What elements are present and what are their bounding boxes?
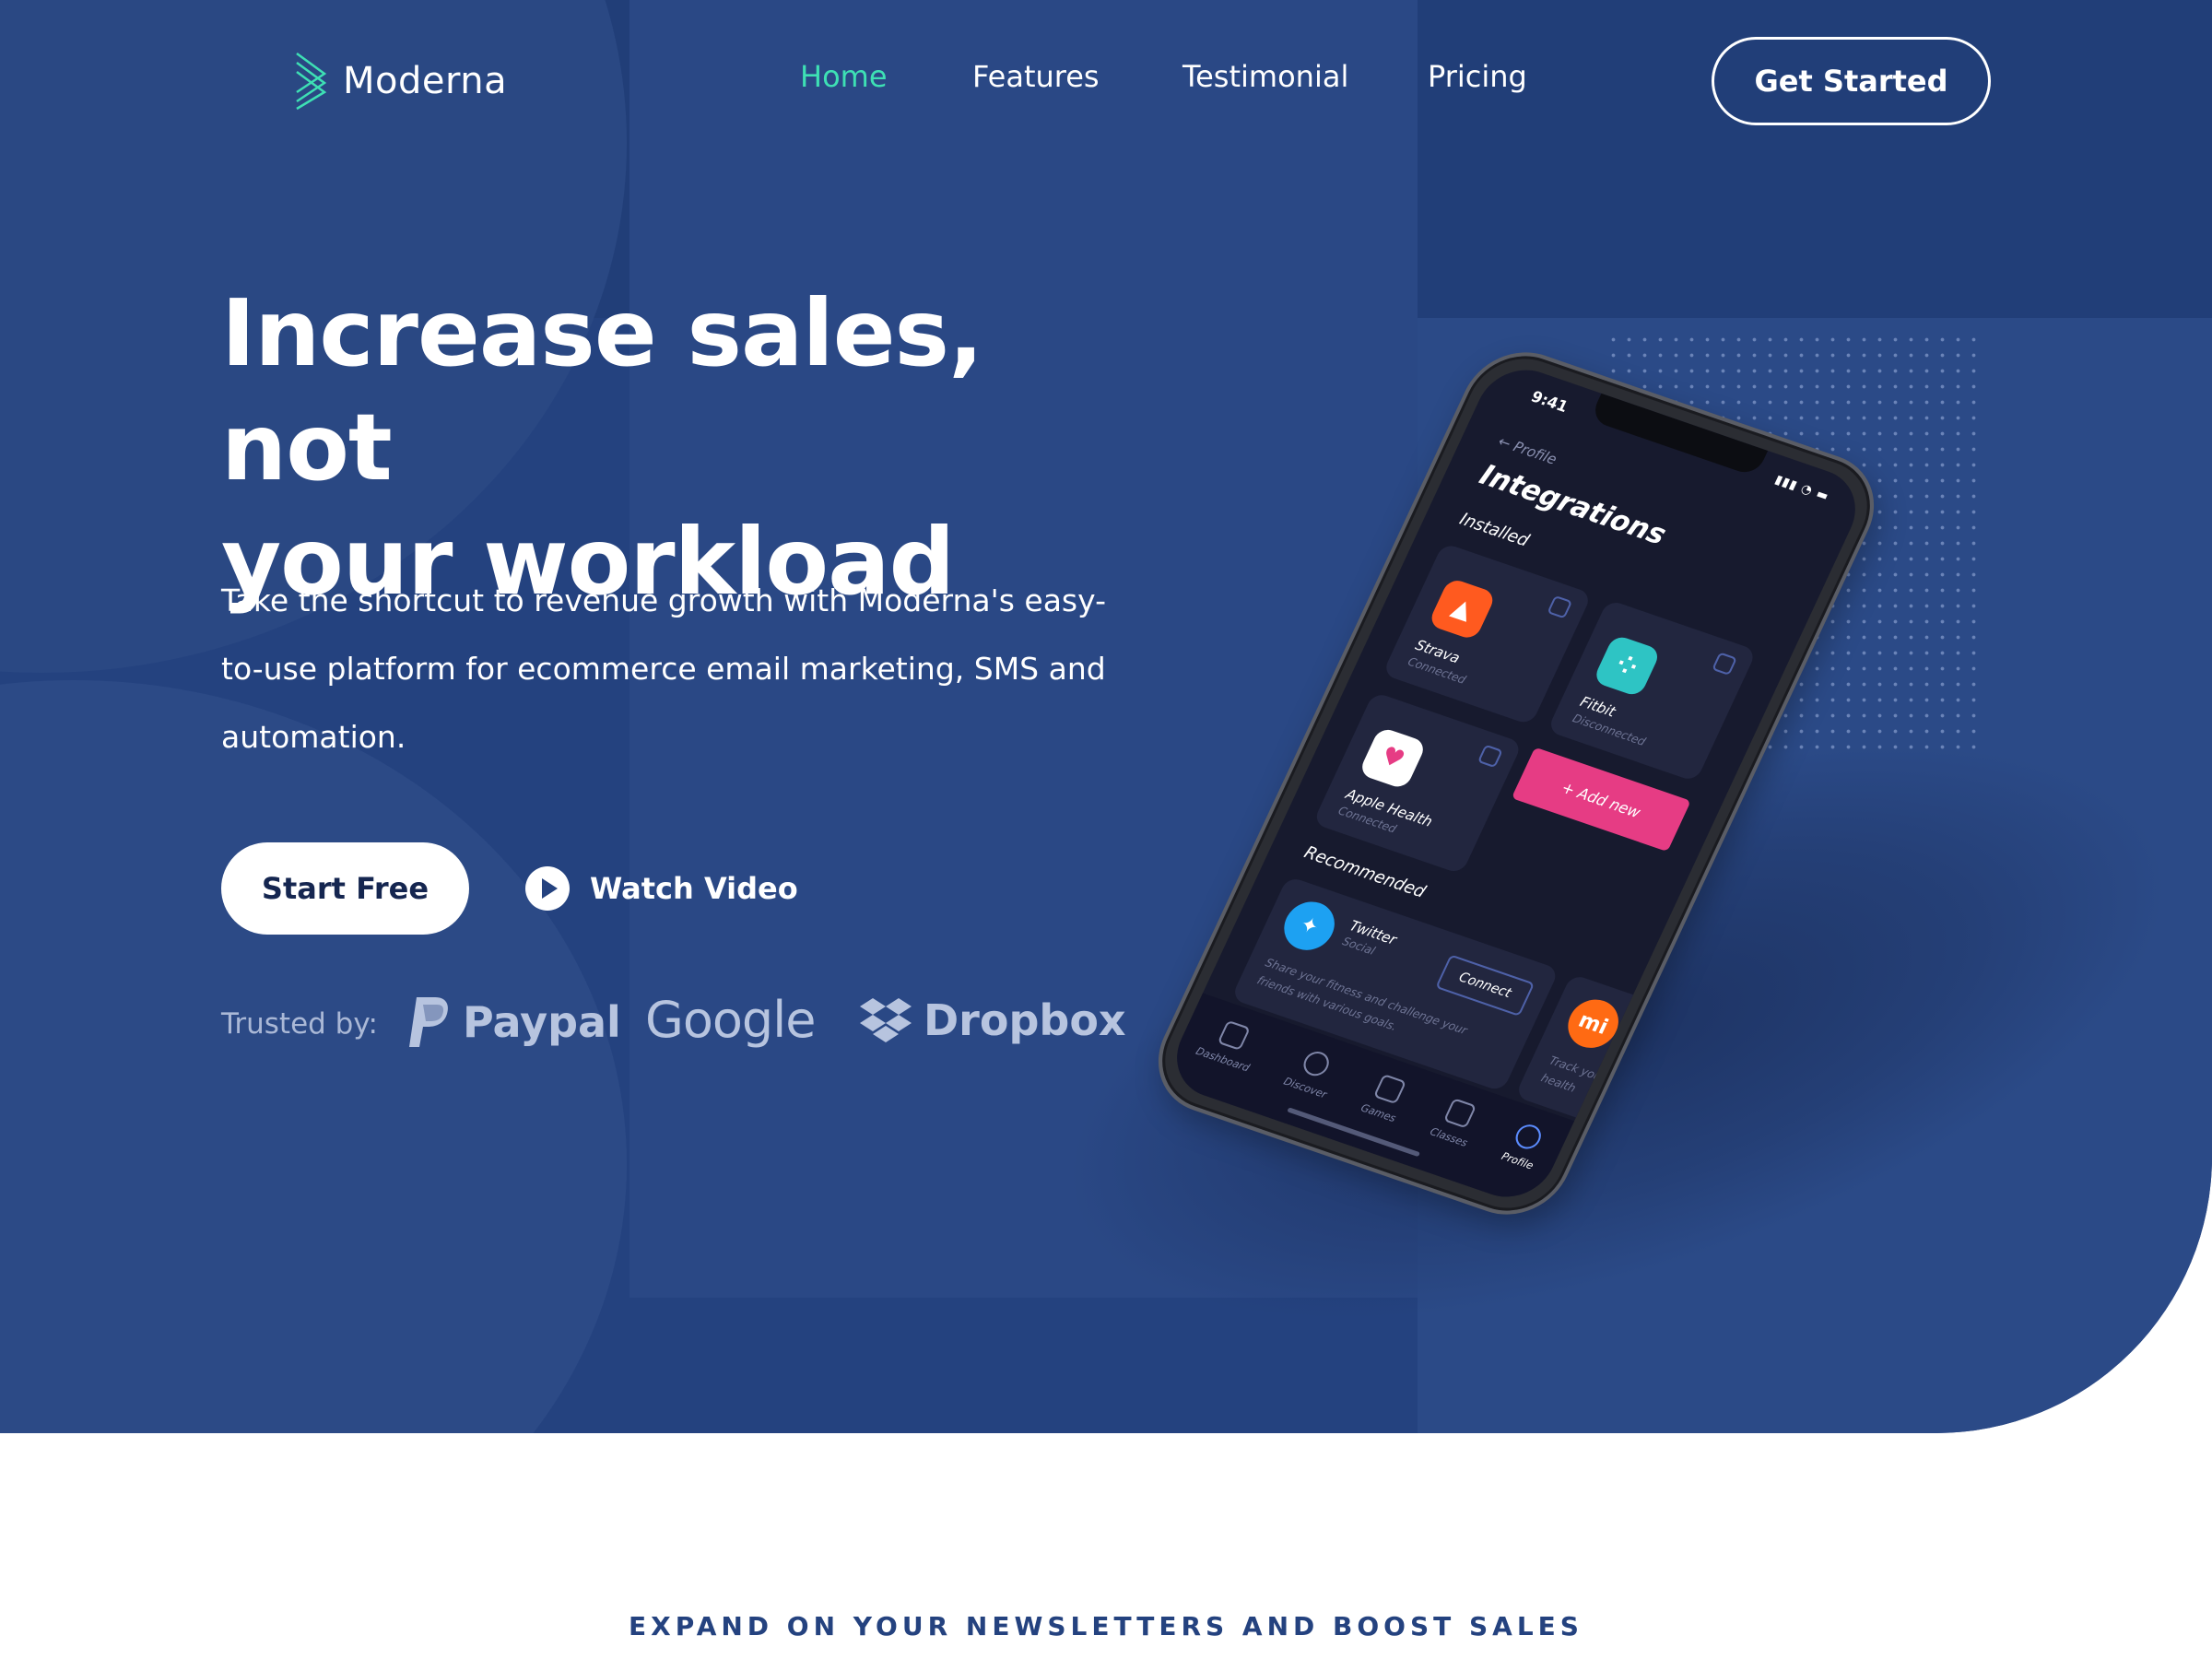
lock-icon [1547, 594, 1573, 619]
watch-video-label: Watch Video [590, 871, 798, 906]
mi-icon: mi [1559, 993, 1627, 1054]
nav-pricing[interactable]: Pricing [1428, 59, 1527, 94]
tab-label: Discover [1281, 1075, 1329, 1101]
get-started-button[interactable]: Get Started [1712, 37, 1991, 125]
bg-circle-left [0, 680, 627, 1433]
user-icon [1512, 1121, 1546, 1153]
dashboard-icon [1217, 1019, 1251, 1052]
chevron-stack-icon [296, 52, 327, 111]
lock-icon [1477, 744, 1503, 769]
paypal-icon [409, 997, 448, 1047]
calendar-icon [1442, 1098, 1477, 1129]
nav-features[interactable]: Features [972, 59, 1100, 94]
fitbit-icon: ⁘ [1592, 633, 1662, 698]
phone-screen: 9:41 ▮▮▮ ◔ ▬ ← Profile Integrations Inst… [1161, 358, 1871, 1209]
phone-frame: 9:41 ▮▮▮ ◔ ▬ ← Profile Integrations Inst… [1138, 336, 1894, 1230]
integration-card-apple-health: ♥ Apple Health Connected [1312, 691, 1524, 875]
heart-icon: ♥ [1358, 726, 1428, 791]
twitter-icon: ✦ [1276, 895, 1343, 957]
lock-icon [1712, 652, 1737, 676]
brand-name: Moderna [343, 60, 508, 102]
dropbox-icon [860, 998, 912, 1042]
start-free-button[interactable]: Start Free [221, 842, 469, 935]
brand-dropbox: Dropbox [859, 995, 1126, 1045]
tab-profile[interactable]: Profile [1485, 1120, 1548, 1202]
play-circle-icon [525, 866, 570, 911]
brand-dropbox-name: Dropbox [924, 995, 1126, 1045]
hero-subtext: Take the shortcut to revenue growth with… [221, 582, 1106, 755]
tab-label: Games [1359, 1101, 1398, 1125]
tab-classes[interactable]: Classes [1414, 1096, 1484, 1181]
back-label: Profile [1510, 438, 1560, 468]
connect-button[interactable]: Connect [1435, 954, 1535, 1017]
nav-home[interactable]: Home [800, 59, 888, 94]
tab-label: Profile [1499, 1149, 1535, 1172]
watch-video-link[interactable]: Watch Video [525, 866, 798, 911]
recommended-name: M [1627, 1013, 1646, 1034]
recommended-desc: Track your your health [1538, 1053, 1636, 1095]
tab-discover[interactable]: Discover [1267, 1045, 1343, 1132]
brand-logo[interactable]: Moderna [293, 52, 507, 111]
tab-label: Classes [1428, 1125, 1470, 1149]
status-icons: ▮▮▮ ◔ ▬ [1772, 472, 1832, 504]
brand-google: Google [645, 991, 816, 1049]
integration-card-fitbit: ⁘ Fitbit Disconnected [1547, 599, 1758, 782]
back-link: ← Profile [1495, 432, 1560, 468]
status-time: 9:41 [1528, 387, 1571, 417]
nav-testimonial[interactable]: Testimonial [1182, 59, 1348, 94]
compass-icon [1300, 1048, 1334, 1079]
trophy-icon [1372, 1073, 1406, 1105]
installed-heading: Installed [1456, 509, 1533, 551]
headline-line-1: Increase sales, not [221, 279, 983, 501]
tab-label: Dashboard [1194, 1044, 1252, 1075]
section-eyebrow: EXPAND ON YOUR NEWSLETTERS AND BOOST SAL… [629, 1611, 1583, 1641]
trusted-label: Trusted by: [221, 1007, 378, 1041]
phone-notch [1589, 393, 1769, 477]
brand-paypal-name: Paypal [463, 997, 621, 1047]
strava-icon: ▲ [1427, 577, 1498, 641]
brand-paypal: Paypal [407, 995, 621, 1049]
phone-mockup: 9:41 ▮▮▮ ◔ ▬ ← Profile Integrations Inst… [1138, 336, 1894, 1230]
tab-dashboard[interactable]: Dashboard [1180, 1015, 1265, 1105]
